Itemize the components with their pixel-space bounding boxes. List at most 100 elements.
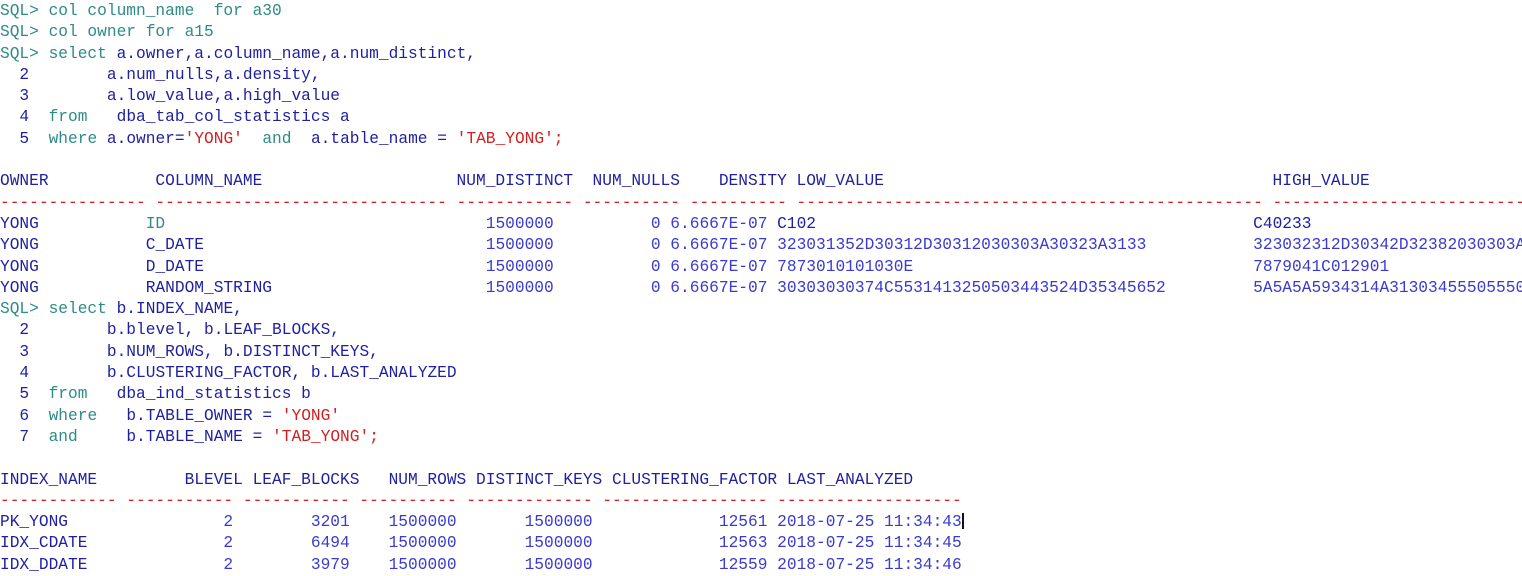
- cell-owner: YONG: [0, 257, 146, 276]
- query1-predicate-col2: a.table_name =: [310, 129, 457, 148]
- query1-literal-owner: 'YONG': [184, 129, 243, 148]
- sql-keyword-from: from: [48, 385, 88, 404]
- sqlplus-terminal[interactable]: SQL> col column_name for a30 SQL> col ow…: [0, 0, 1522, 574]
- cell-num-distinct: 1500000: [437, 278, 554, 297]
- query1-line-3: 3 a.low_value,a.high_value: [0, 86, 1522, 107]
- cell-num-nulls: 0: [553, 214, 661, 233]
- cell-column-name: RANDOM_STRING: [145, 278, 438, 297]
- line-number: 6: [0, 406, 30, 425]
- query1-select-list: a.owner,a.column_name,a.num_distinct,: [116, 44, 477, 63]
- cell-num-distinct: 1500000: [437, 214, 554, 233]
- cell-column-name: C_DATE: [145, 236, 438, 255]
- command-line-col-owner: SQL> col owner for a15: [0, 22, 1522, 43]
- query2-line-1: SQL> select b.INDEX_NAME,: [0, 299, 1522, 320]
- cell-high-value: 323032312D30342D32382030303A34303A3030: [1253, 236, 1522, 255]
- query1-literal-table: 'TAB_YONG';: [456, 129, 564, 148]
- sql-prompt: SQL>: [0, 23, 39, 42]
- sql-keyword-select: select: [48, 300, 107, 319]
- query2-line-6: 6 where b.TABLE_OWNER = 'YONG': [0, 406, 1522, 427]
- query2-line-5: 5 from dba_ind_statistics b: [0, 384, 1522, 405]
- query1-select-list-cont2: a.low_value,a.high_value: [106, 87, 341, 106]
- cell-density: 6.6667E-07: [660, 236, 768, 255]
- cell-leaf-blocks: 3201: [233, 513, 350, 532]
- cell-last-analyzed: 2018-07-25 11:34:43: [767, 513, 962, 532]
- sql-keyword-and: and: [262, 129, 292, 148]
- line-number: 3: [0, 342, 30, 361]
- cell-low-value: C102: [767, 214, 1244, 233]
- cell-density: 6.6667E-07: [660, 214, 768, 233]
- query1-from-object: dba_tab_col_statistics a: [116, 108, 350, 127]
- table-row: YONG ID 1500000 0 6.6667E-07 C102 C40233: [0, 214, 1522, 235]
- table-row: YONG D_DATE 1500000 0 6.6667E-07 7873010…: [0, 257, 1522, 278]
- cell-blevel: 2: [116, 555, 234, 574]
- query2-predicate-owner: b.TABLE_OWNER =: [126, 406, 282, 425]
- cell-clustering-factor: 12561: [592, 513, 768, 532]
- query1-line-5: 5 where a.owner='YONG' and a.table_name …: [0, 129, 1522, 150]
- cell-clustering-factor: 12563: [592, 534, 768, 553]
- cell-low-value: 7873010101030E: [767, 257, 1244, 276]
- line-number: 5: [0, 385, 30, 404]
- line-number: 2: [0, 321, 30, 340]
- cell-num-rows: 1500000: [349, 555, 457, 574]
- cell-num-rows: 1500000: [349, 513, 457, 532]
- query2-literal-table: 'TAB_YONG';: [272, 427, 379, 446]
- query2-line-7: 7 and b.TABLE_NAME = 'TAB_YONG';: [0, 427, 1522, 448]
- query2-line-3: 3 b.NUM_ROWS, b.DISTINCT_KEYS,: [0, 342, 1522, 363]
- cell-high-value: 5A5A5A5934314A3130345550555035475 631503…: [1253, 278, 1522, 297]
- cell-clustering-factor: 12559: [592, 555, 768, 574]
- cell-low-value: 30303030374C5531413250503443524D35345652: [767, 278, 1244, 297]
- cell-last-analyzed: 2018-07-25 11:34:45: [767, 534, 962, 553]
- line-number: 3: [0, 87, 30, 106]
- sql-keyword-where: where: [48, 406, 98, 425]
- cell-num-distinct: 1500000: [437, 257, 554, 276]
- cell-blevel: 2: [116, 534, 234, 553]
- query2-select-list-cont3: b.CLUSTERING_FACTOR, b.LAST_ANALYZED: [106, 364, 457, 383]
- query2-from-object: dba_ind_statistics b: [116, 385, 311, 404]
- result1-separator-row: --------------- ------------------------…: [0, 193, 1522, 212]
- query1-select-list-cont: a.num_nulls,a.density,: [106, 65, 321, 84]
- cell-high-value: C40233: [1243, 214, 1312, 233]
- cell-num-rows: 1500000: [349, 534, 457, 553]
- cell-leaf-blocks: 3979: [233, 555, 350, 574]
- command-text: col owner for a15: [48, 23, 214, 42]
- cell-low-value: 323031352D30312D30312030303A30323A3133: [767, 236, 1244, 255]
- cell-owner: YONG: [0, 214, 146, 233]
- query2-select-list: b.INDEX_NAME,: [116, 300, 243, 319]
- text-cursor: [961, 513, 964, 530]
- query2-predicate-table: b.TABLE_NAME =: [126, 427, 273, 446]
- cell-num-nulls: 0: [553, 278, 661, 297]
- result2-header-row: INDEX_NAME BLEVEL LEAF_BLOCKS NUM_ROWS D…: [0, 470, 914, 489]
- cell-blevel: 2: [116, 513, 234, 532]
- line-number: 7: [0, 427, 30, 446]
- cell-last-analyzed: 2018-07-25 11:34:46: [767, 555, 962, 574]
- query2-select-list-cont2: b.NUM_ROWS, b.DISTINCT_KEYS,: [106, 342, 379, 361]
- cell-index-name: IDX_DDATE: [0, 555, 117, 574]
- sql-keyword-from: from: [48, 108, 88, 127]
- cell-column-name: D_DATE: [145, 257, 438, 276]
- sql-prompt: SQL>: [0, 300, 39, 319]
- table-row: YONG C_DATE 1500000 0 6.6667E-07 3230313…: [0, 235, 1522, 256]
- query2-literal-owner: 'YONG': [281, 406, 341, 425]
